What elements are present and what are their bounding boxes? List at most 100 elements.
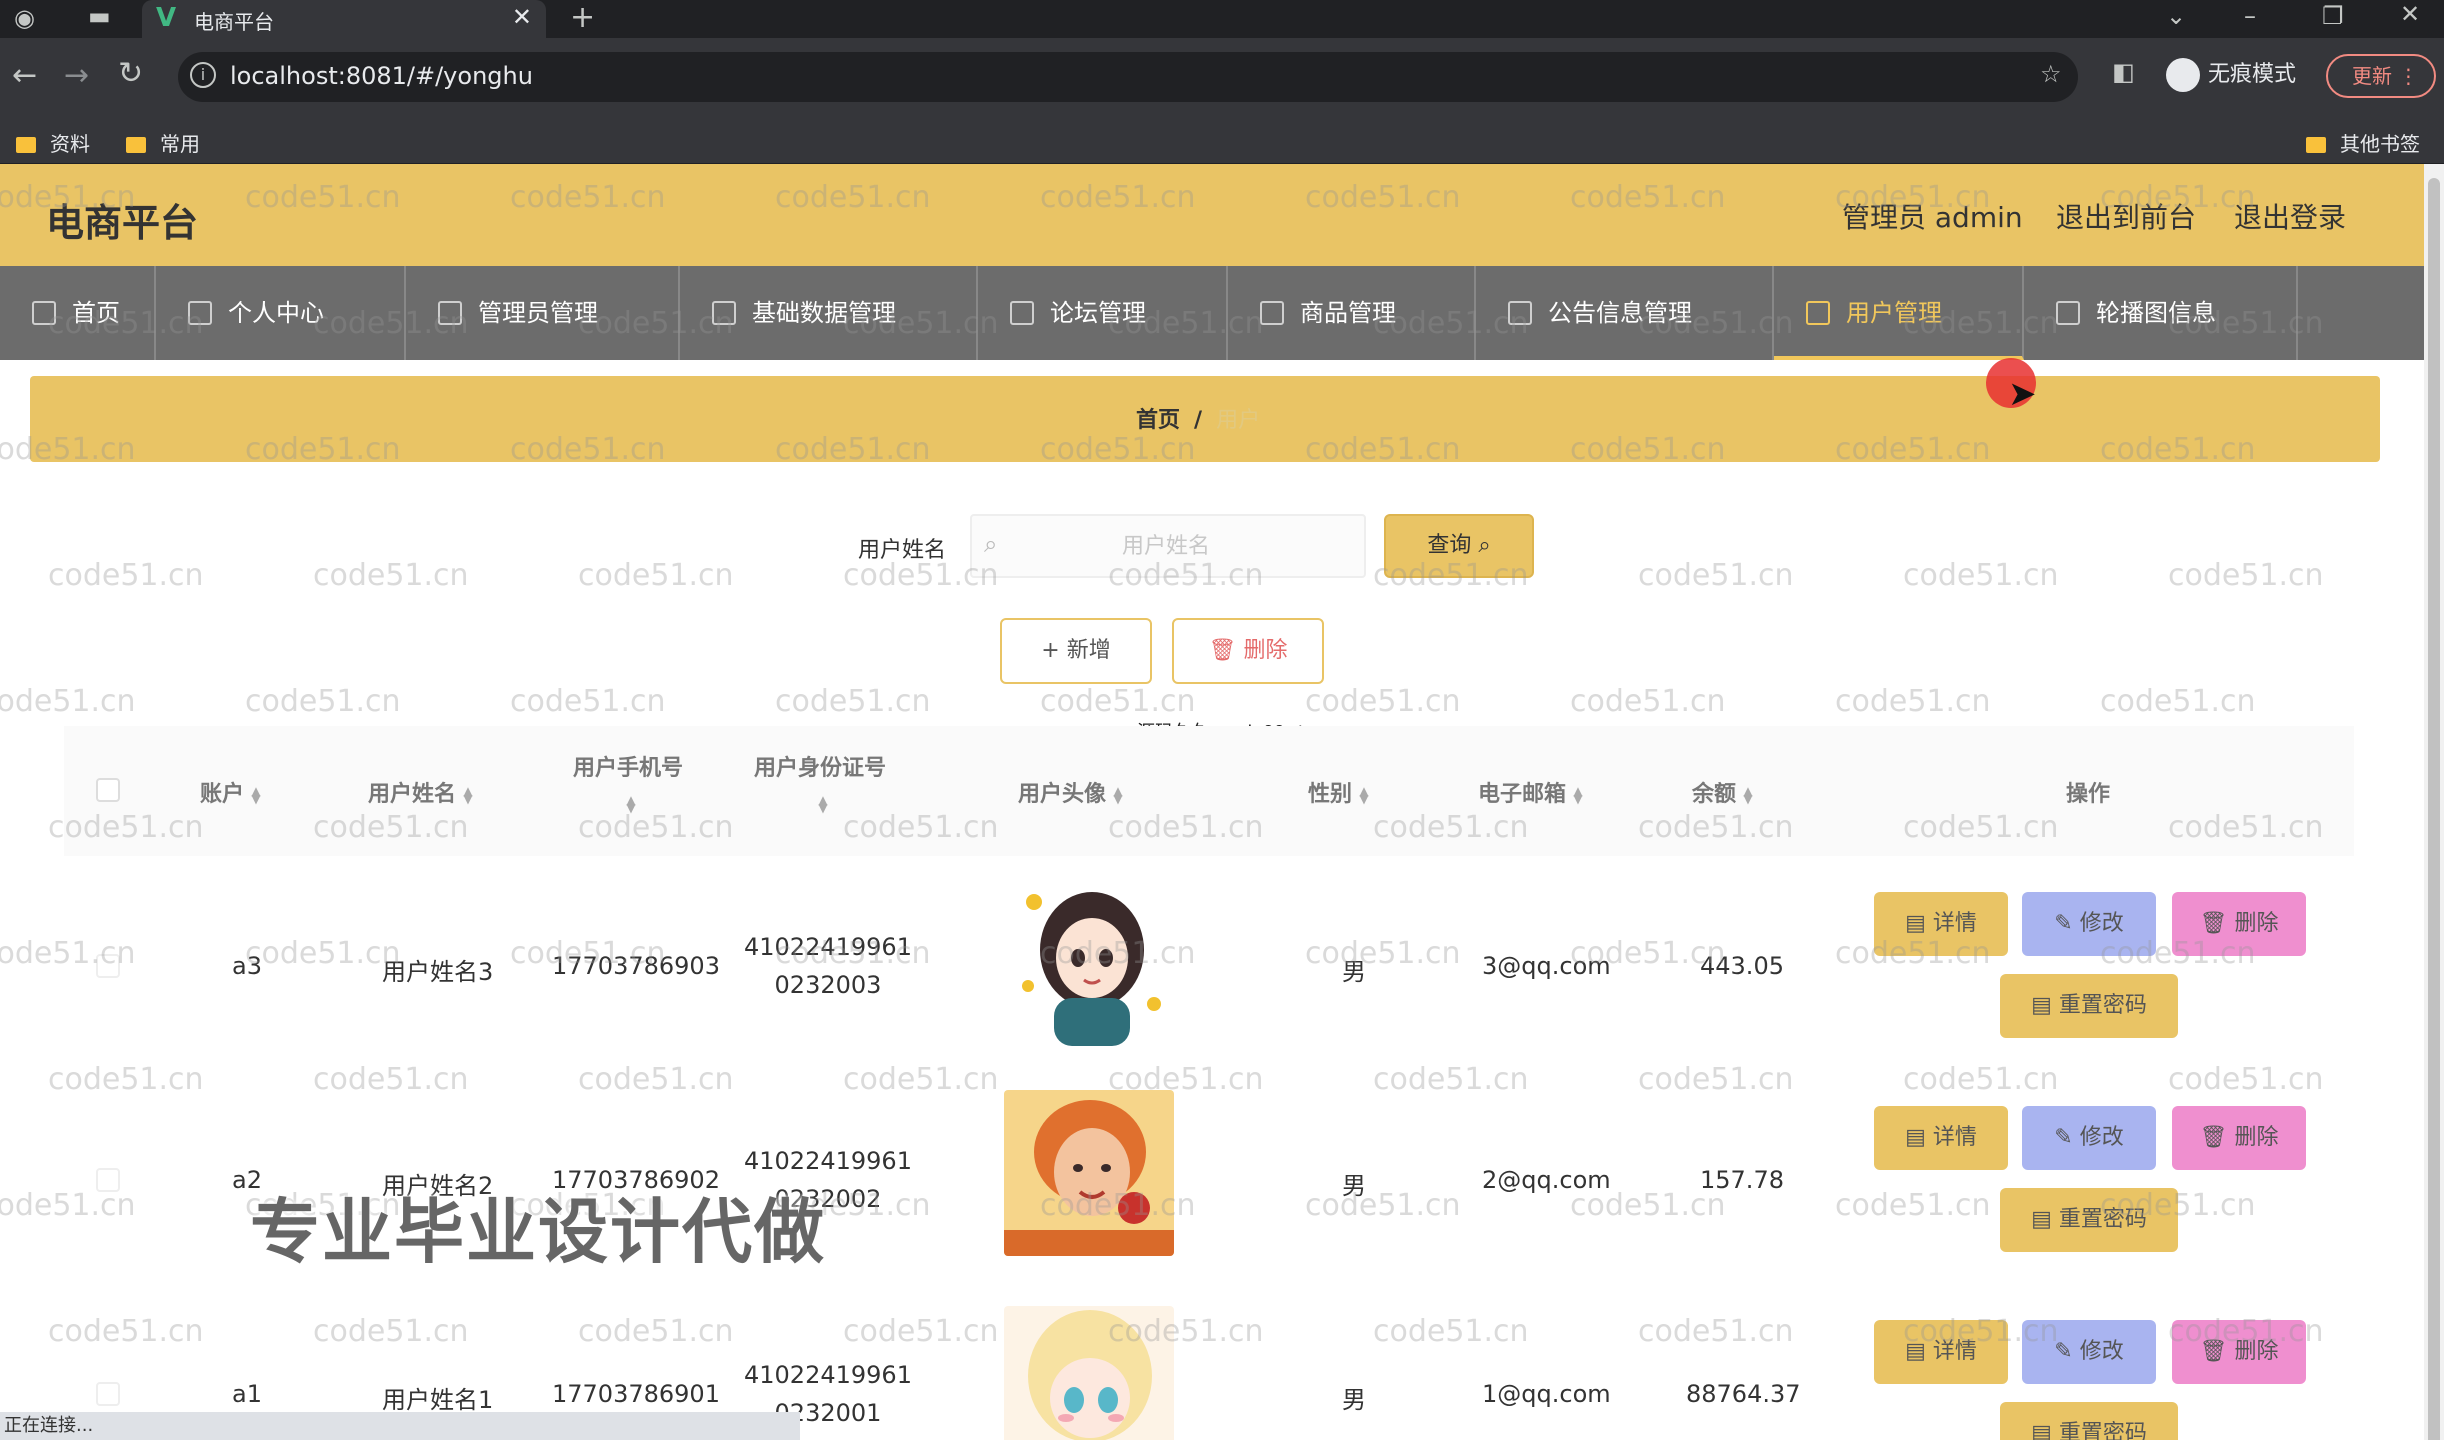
watermark-text: code51.cn <box>1040 684 1196 719</box>
detail-label: 详情 <box>1932 1125 1977 1150</box>
watermark-text: code51.cn <box>48 558 204 593</box>
nav-item-base-data[interactable]: 基础数据管理 <box>680 266 978 360</box>
search-input[interactable] <box>970 514 1366 578</box>
watermark-text: code51.cn <box>2168 558 2324 593</box>
delete-button[interactable]: 🗑 删除 <box>2172 892 2306 956</box>
avatar-anime-girl-icon <box>1004 1306 1174 1440</box>
nav-item-forum[interactable]: 论坛管理 <box>978 266 1228 360</box>
restore-icon[interactable]: ❐ <box>2322 2 2344 30</box>
reset-password-button[interactable]: ▤ 重置密码 <box>2000 974 2178 1038</box>
browser-tab[interactable]: V 电商平台 ✕ <box>142 0 546 38</box>
column-header-gender[interactable]: 性别 ▲ ▼ <box>1308 776 1370 808</box>
browser-menu-icon[interactable]: ◉ <box>14 4 35 32</box>
column-header-name[interactable]: 用户姓名 ▲ ▼ <box>368 776 474 808</box>
sort-icon[interactable]: ▲ ▼ <box>817 794 829 814</box>
row-checkbox[interactable] <box>96 1168 120 1192</box>
column-label: 账户 <box>200 782 245 807</box>
detail-button[interactable]: ▤ 详情 <box>1874 892 2008 956</box>
tab-search-icon[interactable]: ▬ <box>88 2 111 30</box>
reload-icon[interactable]: ↻ <box>118 56 143 91</box>
watermark-text: code51.cn <box>578 558 734 593</box>
reset-password-button[interactable]: ▤ 重置密码 <box>2000 1188 2178 1252</box>
nav-item-users[interactable]: 用户管理 <box>1774 266 2024 360</box>
cell-email: 2@qq.com <box>1482 1166 1611 1194</box>
detail-button[interactable]: ▤ 详情 <box>1874 1106 2008 1170</box>
delete-button[interactable]: 🗑 删除 <box>2172 1320 2306 1384</box>
select-all-checkbox[interactable] <box>96 778 120 802</box>
sort-icon[interactable]: ▲ ▼ <box>1112 785 1124 805</box>
back-icon[interactable]: ← <box>12 58 37 93</box>
sort-icon[interactable]: ▲ ▼ <box>462 785 474 805</box>
reset-label: 重置密码 <box>2058 993 2147 1018</box>
sort-icon[interactable]: ▲ ▼ <box>250 785 262 805</box>
reset-password-button[interactable]: ▤ 重置密码 <box>2000 1402 2178 1440</box>
minimize-icon[interactable]: – <box>2244 2 2256 30</box>
update-button[interactable]: 更新 ⋮ <box>2326 54 2436 98</box>
close-tab-icon[interactable]: ✕ <box>512 3 532 31</box>
side-panel-icon[interactable]: ◧ <box>2112 58 2135 86</box>
avatar[interactable] <box>1004 1090 1174 1256</box>
edit-button[interactable]: ✎ 修改 <box>2022 1320 2156 1384</box>
copy-icon <box>1806 301 1830 325</box>
delete-button[interactable]: 🗑 删除 <box>2172 1106 2306 1170</box>
url-text[interactable]: localhost:8081/#/yonghu <box>230 62 533 90</box>
query-button[interactable]: 查询 ⌕ <box>1384 514 1534 578</box>
sort-icon[interactable]: ▲ ▼ <box>1358 785 1370 805</box>
row-checkbox[interactable] <box>96 954 120 978</box>
forward-icon[interactable]: → <box>64 58 89 93</box>
edit-button[interactable]: ✎ 修改 <box>2022 892 2156 956</box>
nav-item-carousel[interactable]: 轮播图信息 <box>2024 266 2298 360</box>
page-scrollbar[interactable] <box>2424 164 2444 1440</box>
scrollbar-thumb[interactable] <box>2428 178 2440 1440</box>
sort-icon[interactable]: ▲ ▼ <box>1572 785 1584 805</box>
doc-icon: ▤ <box>1905 911 1926 936</box>
site-info-icon[interactable]: i <box>190 62 216 88</box>
avatar[interactable] <box>1004 1306 1174 1440</box>
cell-gender: 男 <box>1342 958 1366 986</box>
incognito-indicator[interactable]: 无痕模式 <box>2166 56 2296 92</box>
column-header-id-card[interactable]: 用户身份证号 ▲ ▼ <box>748 750 892 814</box>
nav-item-notices[interactable]: 公告信息管理 <box>1476 266 1774 360</box>
trash-icon: 🗑 <box>1208 638 1237 663</box>
nav-item-admins[interactable]: 管理员管理 <box>406 266 680 360</box>
avatar[interactable] <box>1004 880 1174 1046</box>
delete-label: 删除 <box>2234 1339 2279 1364</box>
grid-icon <box>2056 301 2080 325</box>
other-bookmarks[interactable]: 其他书签 <box>2306 128 2420 157</box>
breadcrumb-home[interactable]: 首页 <box>1136 408 1180 433</box>
logout-link[interactable]: 退出登录 <box>2234 196 2346 236</box>
sort-icon[interactable]: ▲ ▼ <box>1742 785 1754 805</box>
column-header-balance[interactable]: 余额 ▲ ▼ <box>1692 776 1754 808</box>
bookmark-folder[interactable]: 资料 <box>16 128 90 157</box>
window-close-icon[interactable]: ✕ <box>2400 0 2420 28</box>
nav-item-profile[interactable]: 个人中心 <box>156 266 406 360</box>
main-nav: 首页 个人中心 管理员管理 基础数据管理 论坛管理 商品管理 公告信息管理 用户… <box>0 266 2424 360</box>
chevron-down-icon[interactable]: ⌄ <box>2166 2 2186 30</box>
delete-label: 删除 <box>1243 638 1288 663</box>
detail-button[interactable]: ▤ 详情 <box>1874 1320 2008 1384</box>
star-icon[interactable]: ☆ <box>2040 60 2062 88</box>
nav-item-home[interactable]: 首页 <box>0 266 156 360</box>
sort-icon[interactable]: ▲ ▼ <box>625 794 637 814</box>
column-header-email[interactable]: 电子邮箱 ▲ ▼ <box>1478 776 1584 808</box>
cell-balance: 157.78 <box>1700 1166 1784 1194</box>
address-bar[interactable]: i localhost:8081/#/yonghu ☆ <box>178 52 2078 102</box>
trash-icon: 🗑 <box>2199 1125 2228 1150</box>
cell-gender: 男 <box>1342 1172 1366 1200</box>
column-header-account[interactable]: 账户 ▲ ▼ <box>200 776 262 808</box>
batch-delete-button[interactable]: 🗑 删除 <box>1172 618 1324 684</box>
row-checkbox[interactable] <box>96 1382 120 1406</box>
bookmark-folder[interactable]: 常用 <box>126 128 200 157</box>
pencil-icon: ✎ <box>2054 911 2073 936</box>
column-header-phone[interactable]: 用户手机号 ▲ ▼ <box>568 750 688 814</box>
id-line: 0232003 <box>774 971 882 999</box>
new-tab-icon[interactable]: + <box>570 0 595 35</box>
edit-button[interactable]: ✎ 修改 <box>2022 1106 2156 1170</box>
search-icon: ⌕ <box>984 530 998 558</box>
to-front-link[interactable]: 退出到前台 <box>2056 196 2196 236</box>
nav-item-goods[interactable]: 商品管理 <box>1228 266 1476 360</box>
column-header-avatar[interactable]: 用户头像 ▲ ▼ <box>1018 776 1124 808</box>
add-button[interactable]: + 新增 <box>1000 618 1152 684</box>
doc-icon: ▤ <box>2031 1421 2052 1440</box>
doc-icon: ▤ <box>2031 993 2052 1018</box>
